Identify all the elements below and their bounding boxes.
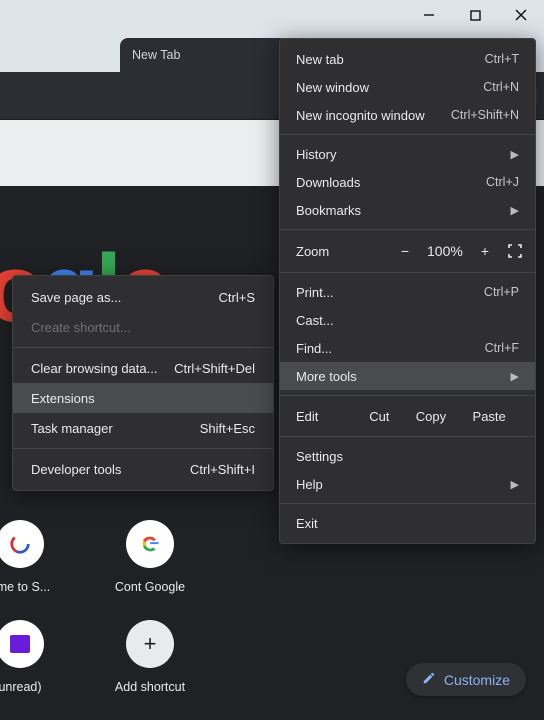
shortcut-label: Cont Google <box>115 580 185 594</box>
shortcut-chip[interactable]: Cont Google <box>105 520 195 594</box>
menu-item-label: Create shortcut... <box>31 320 131 335</box>
menu-item-shortcut: Ctrl+Shift+N <box>451 108 519 122</box>
menu-item-shortcut: Ctrl+N <box>483 80 519 94</box>
menu-item-label: New incognito window <box>296 108 425 123</box>
menu-bookmarks[interactable]: Bookmarks ▶ <box>280 196 535 224</box>
main-menu: New tab Ctrl+T New window Ctrl+N New inc… <box>279 38 536 544</box>
menu-help[interactable]: Help ▶ <box>280 470 535 498</box>
maximize-button[interactable] <box>452 0 498 30</box>
menu-downloads[interactable]: Downloads Ctrl+J <box>280 168 535 196</box>
shortcut-label: Add shortcut <box>115 680 185 694</box>
menu-item-label: Help <box>296 477 323 492</box>
menu-item-label: New window <box>296 80 369 95</box>
menu-new-tab[interactable]: New tab Ctrl+T <box>280 45 535 73</box>
menu-item-label: New tab <box>296 52 344 67</box>
close-window-button[interactable] <box>498 0 544 30</box>
menu-item-label: Print... <box>296 285 334 300</box>
customize-label: Customize <box>444 672 510 688</box>
cut-button[interactable]: Cut <box>369 409 389 424</box>
menu-item-shortcut: Shift+Esc <box>200 421 255 436</box>
menu-separator <box>280 272 535 273</box>
mail-icon <box>10 635 30 653</box>
menu-item-label: More tools <box>296 369 357 384</box>
menu-more-tools[interactable]: More tools ▶ <box>280 362 535 390</box>
menu-item-shortcut: Ctrl+F <box>485 341 519 355</box>
submenu-extensions[interactable]: Extensions <box>13 383 273 413</box>
submenu-create-shortcut: Create shortcut... <box>13 312 273 342</box>
shortcut-label: unread) <box>0 680 42 694</box>
menu-history[interactable]: History ▶ <box>280 140 535 168</box>
menu-separator <box>280 229 535 230</box>
menu-settings[interactable]: Settings <box>280 442 535 470</box>
menu-item-shortcut: Ctrl+P <box>484 285 519 299</box>
add-shortcut-circle: + <box>126 620 174 668</box>
shortcut-chip[interactable]: unread) <box>0 620 65 694</box>
copy-button[interactable]: Copy <box>416 409 446 424</box>
pencil-icon <box>422 671 436 688</box>
menu-separator <box>13 347 273 348</box>
menu-item-label: Extensions <box>31 391 95 406</box>
menu-item-label: Clear browsing data... <box>31 361 157 376</box>
edit-label: Edit <box>296 409 356 424</box>
menu-separator <box>13 448 273 449</box>
submenu-developer-tools[interactable]: Developer tools Ctrl+Shift+I <box>13 454 273 484</box>
menu-separator <box>280 436 535 437</box>
menu-separator <box>280 395 535 396</box>
menu-item-label: Save page as... <box>31 290 121 305</box>
menu-item-shortcut: Ctrl+T <box>485 52 519 66</box>
more-tools-submenu: Save page as... Ctrl+S Create shortcut..… <box>12 275 274 491</box>
menu-exit[interactable]: Exit <box>280 509 535 537</box>
tab-title: New Tab <box>132 48 180 62</box>
paste-button[interactable]: Paste <box>473 409 506 424</box>
menu-zoom: Zoom − 100% + <box>280 235 535 267</box>
customize-button[interactable]: Customize <box>406 663 526 696</box>
menu-item-label: Downloads <box>296 175 360 190</box>
chevron-right-icon: ▶ <box>511 204 519 217</box>
menu-separator <box>280 503 535 504</box>
menu-separator <box>280 134 535 135</box>
submenu-task-manager[interactable]: Task manager Shift+Esc <box>13 413 273 443</box>
fullscreen-icon[interactable] <box>507 243 523 259</box>
menu-item-label: Bookmarks <box>296 203 361 218</box>
shortcut-icon <box>126 520 174 568</box>
zoom-label: Zoom <box>296 244 329 259</box>
menu-item-shortcut: Ctrl+J <box>486 175 519 189</box>
menu-item-label: Developer tools <box>31 462 121 477</box>
minimize-button[interactable] <box>406 0 452 30</box>
menu-item-label: Task manager <box>31 421 113 436</box>
menu-item-label: Cast... <box>296 313 334 328</box>
zoom-out-button[interactable]: − <box>401 243 409 259</box>
submenu-clear-browsing-data[interactable]: Clear browsing data... Ctrl+Shift+Del <box>13 353 273 383</box>
menu-new-incognito[interactable]: New incognito window Ctrl+Shift+N <box>280 101 535 129</box>
menu-item-label: Find... <box>296 341 332 356</box>
add-shortcut[interactable]: + Add shortcut <box>105 620 195 694</box>
shortcut-chip[interactable]: ome to S... <box>0 520 65 594</box>
menu-item-label: Settings <box>296 449 343 464</box>
zoom-in-button[interactable]: + <box>481 243 489 259</box>
chevron-right-icon: ▶ <box>511 478 519 491</box>
shortcut-row: unread) + Add shortcut <box>0 620 195 694</box>
shortcut-row: ome to S... Cont Google <box>0 520 195 594</box>
menu-item-label: History <box>296 147 336 162</box>
shortcut-icon <box>0 520 44 568</box>
menu-item-shortcut: Ctrl+Shift+Del <box>174 361 255 376</box>
menu-item-label: Exit <box>296 516 318 531</box>
menu-find[interactable]: Find... Ctrl+F <box>280 334 535 362</box>
zoom-value: 100% <box>427 243 463 259</box>
shortcut-label: ome to S... <box>0 580 50 594</box>
menu-item-shortcut: Ctrl+S <box>219 290 255 305</box>
menu-cast[interactable]: Cast... <box>280 306 535 334</box>
window-titlebar <box>0 0 544 30</box>
menu-item-shortcut: Ctrl+Shift+I <box>190 462 255 477</box>
menu-new-window[interactable]: New window Ctrl+N <box>280 73 535 101</box>
menu-edit-row: Edit Cut Copy Paste <box>280 401 535 431</box>
menu-print[interactable]: Print... Ctrl+P <box>280 278 535 306</box>
chevron-right-icon: ▶ <box>511 370 519 383</box>
tabstrip-spacer <box>0 30 120 72</box>
plus-icon: + <box>144 631 157 657</box>
submenu-save-page[interactable]: Save page as... Ctrl+S <box>13 282 273 312</box>
shortcut-icon <box>0 620 44 668</box>
chevron-right-icon: ▶ <box>511 148 519 161</box>
